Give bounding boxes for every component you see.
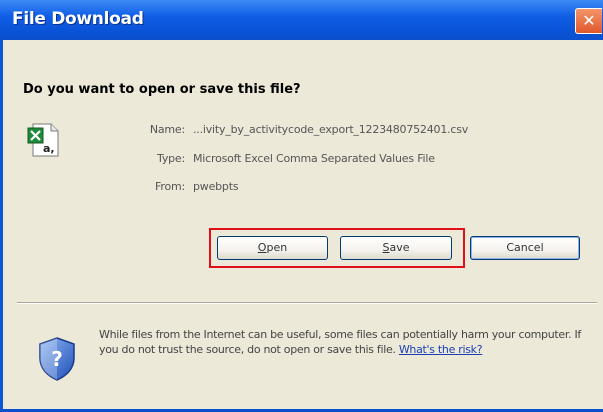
- security-warning: While files from the Internet can be use…: [99, 327, 593, 357]
- cancel-button[interactable]: Cancel: [470, 236, 580, 260]
- title-bar[interactable]: File Download ✕: [0, 0, 603, 40]
- file-source: pwebpts: [193, 180, 239, 193]
- file-name: ...ivity_by_activitycode_export_12234807…: [193, 123, 469, 136]
- from-label: From:: [155, 180, 185, 193]
- window-title: File Download: [12, 9, 144, 29]
- save-button[interactable]: Save: [340, 236, 452, 260]
- separator-line: [17, 302, 597, 304]
- close-icon: ✕: [582, 11, 596, 30]
- open-label: pen: [266, 241, 288, 254]
- close-button[interactable]: ✕: [575, 8, 602, 34]
- file-download-dialog: File Download ✕ Do you want to open or s…: [0, 0, 603, 412]
- file-type: Microsoft Excel Comma Separated Values F…: [193, 152, 435, 165]
- dialog-body: Do you want to open or save this file? a…: [3, 40, 603, 409]
- excel-csv-file-icon: a,: [27, 123, 59, 157]
- svg-text:a,: a,: [43, 142, 55, 155]
- save-label: ave: [389, 241, 410, 254]
- warning-text: While files from the Internet can be use…: [99, 328, 581, 356]
- security-shield-question-icon: ?: [39, 337, 75, 381]
- prompt-question: Do you want to open or save this file?: [23, 82, 301, 97]
- whats-the-risk-link[interactable]: What's the risk?: [399, 343, 483, 356]
- name-label: Name:: [149, 123, 185, 136]
- svg-text:?: ?: [51, 347, 63, 371]
- type-label: Type:: [157, 152, 185, 165]
- open-button[interactable]: Open: [217, 236, 328, 260]
